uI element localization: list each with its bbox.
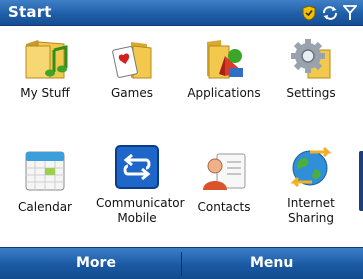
sync-status-icon	[321, 5, 339, 21]
app-communicator-mobile[interactable]: Communicator Mobile	[96, 142, 185, 226]
signal-icon	[343, 5, 357, 21]
soft-key-bar: More Menu	[0, 247, 363, 279]
app-label: Applications	[187, 86, 261, 100]
app-my-stuff[interactable]: My Stuff	[4, 32, 86, 101]
communicator-icon	[112, 142, 162, 192]
status-icons	[301, 3, 357, 23]
shield-status-icon	[301, 5, 317, 21]
page-title: Start	[8, 3, 52, 21]
folder-games-icon	[107, 32, 157, 82]
app-contacts[interactable]: Contacts	[183, 146, 265, 215]
folder-applications-icon	[199, 32, 249, 82]
app-grid: My Stuff Games Applications Settings Cal…	[0, 26, 363, 247]
settings-gear-icon	[286, 32, 336, 82]
calendar-icon	[20, 146, 70, 196]
app-label: Settings	[286, 86, 336, 100]
folder-music-icon	[20, 32, 70, 82]
internet-sharing-icon	[286, 142, 336, 192]
app-label: Calendar	[18, 200, 72, 214]
app-label: Games	[111, 86, 153, 100]
softkey-divider	[181, 252, 182, 276]
app-calendar[interactable]: Calendar	[4, 146, 86, 215]
app-applications[interactable]: Applications	[183, 32, 265, 101]
app-label: Contacts	[197, 200, 251, 214]
menu-softkey[interactable]: Menu	[250, 255, 293, 271]
app-games[interactable]: Games	[91, 32, 173, 101]
title-bar: Start	[0, 0, 363, 26]
contacts-card-icon	[199, 146, 249, 196]
app-internet-sharing[interactable]: Internet Sharing	[270, 142, 352, 226]
app-label: Communicator Mobile	[96, 196, 185, 225]
app-label: My Stuff	[20, 86, 70, 100]
more-softkey[interactable]: More	[76, 255, 116, 271]
app-settings[interactable]: Settings	[270, 32, 352, 101]
app-label: Internet Sharing	[287, 196, 335, 225]
scrollbar[interactable]	[359, 151, 363, 211]
